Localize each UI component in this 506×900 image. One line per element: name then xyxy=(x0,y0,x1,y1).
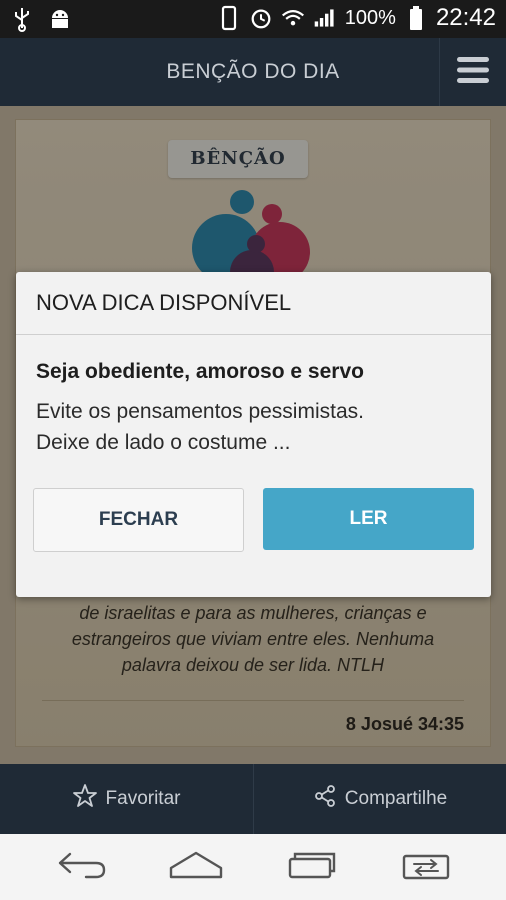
battery-icon xyxy=(404,5,428,31)
status-bar: 100% 22:42 xyxy=(0,0,506,38)
tip-heading: Seja obediente, amoroso e servo xyxy=(36,360,364,383)
home-button[interactable] xyxy=(166,846,226,888)
recent-apps-button[interactable] xyxy=(282,846,342,888)
wifi-icon xyxy=(281,5,305,31)
app-bar: BENÇÃO DO DIA xyxy=(0,38,506,106)
switch-apps-icon xyxy=(400,848,452,887)
tip-body-line: Evite os pensamentos pessimistas. xyxy=(36,400,364,423)
star-icon xyxy=(72,783,98,815)
system-nav-bar xyxy=(0,834,506,900)
menu-button[interactable] xyxy=(439,38,506,106)
share-button[interactable]: Compartilhe xyxy=(254,764,506,834)
back-icon xyxy=(56,850,108,885)
close-button[interactable]: FECHAR xyxy=(33,488,244,552)
bottom-action-bar: Favoritar Compartilhe xyxy=(0,764,506,834)
signal-icon xyxy=(313,5,337,31)
hamburger-menu-icon xyxy=(456,55,490,90)
dialog-divider xyxy=(16,334,491,335)
favorite-label: Favoritar xyxy=(105,788,181,809)
favorite-button[interactable]: Favoritar xyxy=(0,764,252,834)
back-button[interactable] xyxy=(52,846,112,888)
usb-icon xyxy=(10,6,34,32)
tip-body-line: Deixe de lado o costume ... xyxy=(36,431,291,454)
tip-body: Evite os pensamentos pessimistas. Deixe … xyxy=(36,396,476,458)
android-icon xyxy=(48,6,72,32)
app-title: BENÇÃO DO DIA xyxy=(166,60,340,83)
alarm-icon xyxy=(249,5,273,31)
vibrate-icon xyxy=(217,5,241,31)
dialog-title: NOVA DICA DISPONÍVEL xyxy=(36,290,292,315)
recent-apps-icon xyxy=(286,850,338,885)
home-icon xyxy=(168,850,224,885)
share-icon xyxy=(313,784,337,814)
new-tip-dialog: NOVA DICA DISPONÍVEL Seja obediente, amo… xyxy=(16,272,491,597)
switch-apps-button[interactable] xyxy=(396,846,456,888)
share-label: Compartilhe xyxy=(344,788,448,809)
read-button[interactable]: LER xyxy=(263,488,474,550)
clock: 22:42 xyxy=(435,4,496,31)
battery-percent: 100% xyxy=(344,6,396,29)
